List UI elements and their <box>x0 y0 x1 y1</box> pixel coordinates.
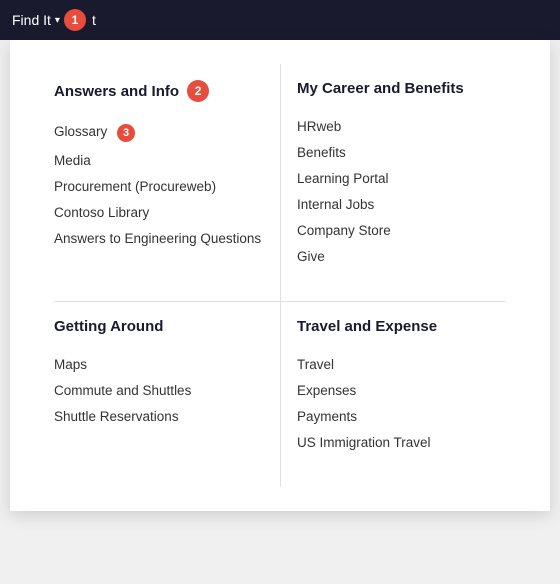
answers-info-items: Glossary 3 Media Procurement (Procureweb… <box>54 118 264 251</box>
learning-portal-label: Learning Portal <box>297 171 389 186</box>
list-item: Internal Jobs <box>297 191 506 217</box>
career-benefits-items: HRweb Benefits Learning Portal Internal … <box>297 113 506 269</box>
us-immigration-label: US Immigration Travel <box>297 435 431 450</box>
section-title-travel-expense: Travel and Expense <box>297 318 506 335</box>
payments-label: Payments <box>297 409 357 424</box>
answers-engineering-label: Answers to Engineering Questions <box>54 231 261 246</box>
list-item: Expenses <box>297 377 506 403</box>
contoso-library-link[interactable]: Contoso Library <box>54 205 149 220</box>
section-career-benefits: My Career and Benefits HRweb Benefits Le… <box>280 64 522 301</box>
us-immigration-link[interactable]: US Immigration Travel <box>297 435 431 450</box>
section-getting-around: Getting Around Maps Commute and Shuttles… <box>38 302 280 487</box>
internal-jobs-link[interactable]: Internal Jobs <box>297 197 374 212</box>
learning-portal-link[interactable]: Learning Portal <box>297 171 389 186</box>
top-bar: Find It ▾ 1 t <box>0 0 560 40</box>
list-item: Company Store <box>297 217 506 243</box>
find-it-button[interactable]: Find It ▾ <box>12 12 60 28</box>
procurement-label: Procurement (Procureweb) <box>54 179 216 194</box>
list-item: Payments <box>297 403 506 429</box>
expenses-label: Expenses <box>297 383 356 398</box>
travel-link[interactable]: Travel <box>297 357 334 372</box>
getting-around-heading: Getting Around <box>54 318 163 335</box>
dropdown-panel: Answers and Info 2 Glossary 3 Media Proc… <box>10 40 550 511</box>
contoso-library-label: Contoso Library <box>54 205 149 220</box>
procurement-link[interactable]: Procurement (Procureweb) <box>54 179 216 194</box>
shuttle-reservations-link[interactable]: Shuttle Reservations <box>54 409 179 424</box>
find-it-label: Find It <box>12 12 51 28</box>
commute-shuttles-link[interactable]: Commute and Shuttles <box>54 383 191 398</box>
give-label: Give <box>297 249 325 264</box>
list-item: Media <box>54 147 264 173</box>
list-item: Commute and Shuttles <box>54 377 264 403</box>
list-item: Contoso Library <box>54 199 264 225</box>
glossary-link[interactable]: Glossary 3 <box>54 124 135 139</box>
benefits-label: Benefits <box>297 145 346 160</box>
list-item: Give <box>297 243 506 269</box>
list-item: Answers to Engineering Questions <box>54 225 264 251</box>
career-benefits-heading: My Career and Benefits <box>297 80 464 97</box>
list-item: HRweb <box>297 113 506 139</box>
section-travel-expense: Travel and Expense Travel Expenses Payme… <box>280 302 522 487</box>
travel-expense-heading: Travel and Expense <box>297 318 437 335</box>
give-link[interactable]: Give <box>297 249 325 264</box>
getting-around-items: Maps Commute and Shuttles Shuttle Reserv… <box>54 351 264 429</box>
company-store-link[interactable]: Company Store <box>297 223 391 238</box>
list-item: US Immigration Travel <box>297 429 506 455</box>
media-link[interactable]: Media <box>54 153 91 168</box>
answers-engineering-link[interactable]: Answers to Engineering Questions <box>54 231 261 246</box>
hrweb-link[interactable]: HRweb <box>297 119 341 134</box>
list-item: Procurement (Procureweb) <box>54 173 264 199</box>
answers-info-heading: Answers and Info <box>54 83 179 100</box>
top-bar-extra-text: t <box>92 12 96 28</box>
badge-2: 2 <box>187 80 209 102</box>
chevron-down-icon: ▾ <box>55 15 60 26</box>
benefits-link[interactable]: Benefits <box>297 145 346 160</box>
media-label: Media <box>54 153 91 168</box>
list-item: Travel <box>297 351 506 377</box>
internal-jobs-label: Internal Jobs <box>297 197 374 212</box>
payments-link[interactable]: Payments <box>297 409 357 424</box>
section-title-getting-around: Getting Around <box>54 318 264 335</box>
list-item: Shuttle Reservations <box>54 403 264 429</box>
list-item: Learning Portal <box>297 165 506 191</box>
section-title-career-benefits: My Career and Benefits <box>297 80 506 97</box>
glossary-label: Glossary <box>54 124 107 139</box>
shuttle-reservations-label: Shuttle Reservations <box>54 409 179 424</box>
badge-3: 3 <box>117 124 135 142</box>
badge-1: 1 <box>64 9 86 31</box>
list-item: Glossary 3 <box>54 118 264 147</box>
travel-label: Travel <box>297 357 334 372</box>
section-title-answers-info: Answers and Info 2 <box>54 80 264 102</box>
maps-label: Maps <box>54 357 87 372</box>
hrweb-label: HRweb <box>297 119 341 134</box>
travel-expense-items: Travel Expenses Payments US Immigration … <box>297 351 506 455</box>
maps-link[interactable]: Maps <box>54 357 87 372</box>
list-item: Benefits <box>297 139 506 165</box>
section-answers-info: Answers and Info 2 Glossary 3 Media Proc… <box>38 64 280 301</box>
commute-shuttles-label: Commute and Shuttles <box>54 383 191 398</box>
company-store-label: Company Store <box>297 223 391 238</box>
list-item: Maps <box>54 351 264 377</box>
expenses-link[interactable]: Expenses <box>297 383 356 398</box>
